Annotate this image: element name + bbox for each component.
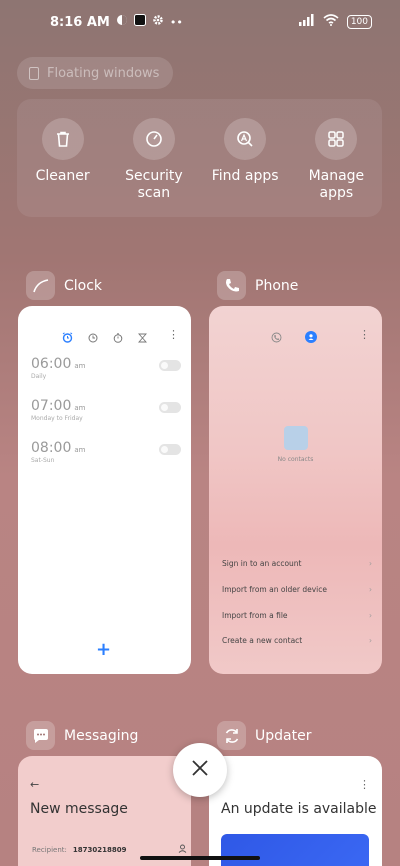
- new-message-title: New message: [30, 801, 128, 817]
- contacts-placeholder-icon: [284, 426, 308, 450]
- alarm-time: 06:00: [31, 356, 72, 372]
- cleaner-button[interactable]: Cleaner: [17, 99, 108, 217]
- world-clock-icon[interactable]: [88, 328, 98, 347]
- chevron-right-icon: ›: [369, 585, 372, 594]
- more-dots-icon: ••: [169, 15, 183, 29]
- phone-app-card[interactable]: ⋮ No contacts Sign in to an account › Imp…: [209, 306, 382, 674]
- clock-app-icon: [26, 271, 55, 300]
- recipient-field[interactable]: Recipient: 18730218809: [32, 844, 187, 855]
- phone-app-name: Phone: [255, 277, 299, 294]
- phone-menu-label: Import from a file: [222, 611, 288, 620]
- recipient-number: 18730218809: [72, 845, 127, 854]
- battery-indicator: 100: [346, 15, 372, 29]
- no-contacts-text: No contacts: [277, 456, 314, 463]
- phone-menu-item[interactable]: Import from a file ›: [222, 611, 372, 620]
- messaging-app-card[interactable]: ← New message Recipient: 18730218809: [18, 756, 191, 866]
- find-apps-label: Find apps: [211, 168, 279, 184]
- alarm-ampm: am: [74, 446, 86, 454]
- find-apps-button[interactable]: Find apps: [200, 99, 291, 217]
- chevron-right-icon: ›: [369, 636, 372, 645]
- recipient-label: Recipient:: [32, 845, 67, 854]
- chevron-right-icon: ›: [369, 559, 372, 568]
- alarm-repeat: Monday to Friday: [31, 415, 83, 422]
- alarm-row[interactable]: 06:00 am Daily: [31, 356, 181, 380]
- updater-app-name: Updater: [255, 727, 312, 744]
- stopwatch-icon[interactable]: [113, 328, 123, 347]
- alarm-ampm: am: [74, 362, 86, 370]
- status-bar: 8:16 AM •• 100: [50, 12, 372, 32]
- security-scan-button[interactable]: Security scan: [108, 99, 199, 217]
- phone-menu-label: Import from an older device: [222, 585, 327, 594]
- alarm-row[interactable]: 08:00 am Sat-Sun: [31, 440, 181, 464]
- alarm-repeat: Sat-Sun: [31, 457, 55, 464]
- alarm-toggle[interactable]: [159, 360, 181, 371]
- quick-actions-panel: Cleaner Security scan Find apps Manage a…: [17, 99, 382, 217]
- close-icon: [191, 759, 209, 781]
- clock-tabs: [62, 328, 147, 347]
- updater-app-header[interactable]: Updater: [217, 721, 311, 750]
- alarm-row[interactable]: 07:00 am Monday to Friday: [31, 398, 181, 422]
- home-indicator[interactable]: [140, 856, 260, 860]
- floating-windows-button[interactable]: Floating windows: [17, 57, 174, 89]
- gear-icon: [152, 14, 164, 30]
- updater-app-card[interactable]: ⋮ An update is available: [209, 756, 382, 866]
- updater-app-icon: [217, 721, 246, 750]
- alarm-repeat: Daily: [31, 373, 47, 380]
- messaging-app-icon: [26, 721, 55, 750]
- chevron-right-icon: ›: [369, 611, 372, 620]
- phone-menu-item[interactable]: Sign in to an account ›: [222, 559, 372, 568]
- messaging-app-name: Messaging: [64, 727, 139, 744]
- manage-apps-label: Manage apps: [308, 168, 365, 201]
- contacts-icon[interactable]: [305, 328, 317, 347]
- wifi-icon: [323, 14, 339, 30]
- phone-more-icon[interactable]: ⋮: [359, 328, 370, 341]
- grid-icon: [315, 118, 358, 160]
- floating-window-icon: [29, 66, 39, 80]
- alarm-time: 07:00: [31, 398, 72, 414]
- phone-tabs: [271, 328, 317, 347]
- update-banner: [221, 834, 369, 866]
- status-time: 8:16 AM: [50, 14, 110, 30]
- clock-app-name: Clock: [64, 277, 103, 294]
- contact-picker-icon[interactable]: [178, 844, 187, 855]
- clock-app-header[interactable]: Clock: [26, 271, 102, 300]
- timer-icon[interactable]: [138, 328, 147, 347]
- phone-app-header[interactable]: Phone: [217, 271, 298, 300]
- phone-app-icon: [217, 271, 246, 300]
- add-alarm-button[interactable]: +: [96, 639, 111, 660]
- security-icon: [132, 118, 175, 160]
- phone-menu-label: Sign in to an account: [222, 559, 302, 568]
- trash-icon: [41, 118, 84, 160]
- signal-icon: [298, 14, 315, 30]
- floating-windows-label: Floating windows: [47, 65, 160, 81]
- manage-apps-button[interactable]: Manage apps: [291, 99, 382, 217]
- app-notification-icon: [133, 14, 146, 30]
- clear-all-button[interactable]: [173, 743, 227, 797]
- alarm-toggle[interactable]: [159, 444, 181, 455]
- update-available-title: An update is available: [221, 801, 377, 817]
- phone-menu-label: Create a new contact: [222, 636, 303, 645]
- phone-menu-item[interactable]: Import from an older device ›: [222, 585, 372, 594]
- security-scan-label: Security scan: [125, 168, 183, 201]
- back-arrow-icon[interactable]: ←: [30, 778, 39, 791]
- messaging-app-header[interactable]: Messaging: [26, 721, 138, 750]
- clock-more-icon[interactable]: ⋮: [168, 328, 179, 341]
- phone-menu-item[interactable]: Create a new contact ›: [222, 636, 372, 645]
- updater-more-icon[interactable]: ⋮: [359, 778, 370, 791]
- alarm-icon[interactable]: [62, 328, 73, 347]
- call-log-icon[interactable]: [271, 328, 282, 347]
- alarm-ampm: am: [74, 404, 86, 412]
- cleaner-label: Cleaner: [35, 168, 90, 184]
- clock-app-card[interactable]: ⋮ 06:00 am Daily 07:00 am Monday to Friday…: [18, 306, 191, 674]
- find-apps-icon: [224, 118, 267, 160]
- sync-icon: [116, 14, 128, 30]
- alarm-time: 08:00: [31, 440, 72, 456]
- alarm-toggle[interactable]: [159, 402, 181, 413]
